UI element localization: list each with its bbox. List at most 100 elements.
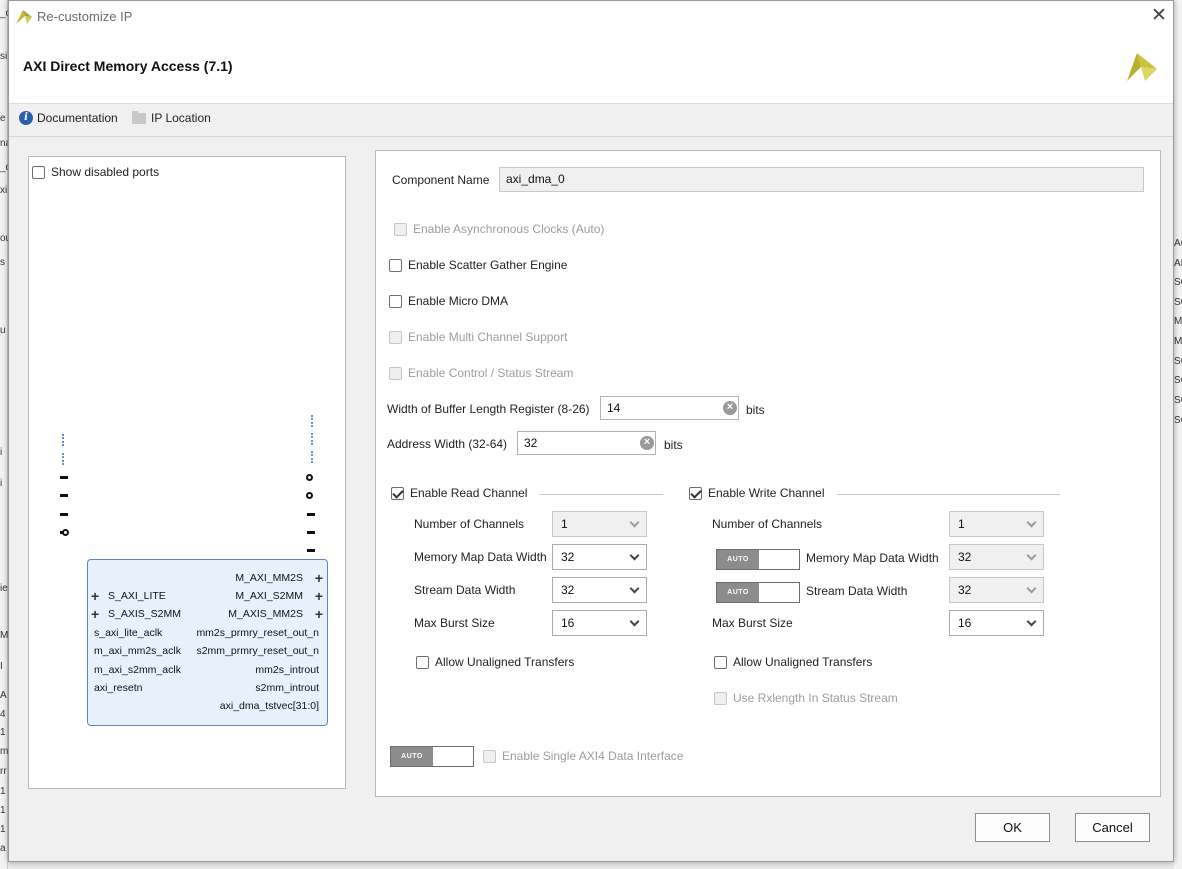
address-width-input[interactable]: 32 [517,431,656,455]
bg-text: 1 [0,727,6,738]
bg-text: 1 [0,786,6,797]
checkbox-box[interactable] [389,258,402,272]
buffer-length-input[interactable]: 14 [600,396,739,420]
port-axi-resetn: axi_resetn [94,682,143,694]
checkbox-box [389,330,402,344]
port-mm2s-introut: mm2s_introut [255,664,319,676]
checkbox-box[interactable] [689,486,702,500]
read-burst-select[interactable]: 16 [552,610,647,636]
read-unaligned-label: Allow Unaligned Transfers [435,655,575,669]
checkbox-box [394,222,407,236]
bus-dots [311,433,317,445]
bg-text: _c [0,162,8,173]
documentation-link[interactable]: i Documentation [19,110,118,126]
write-burst-label: Max Burst Size [712,616,793,630]
bg-text: MO [1174,316,1182,327]
checkbox-box[interactable] [714,655,727,669]
control-status-label: Enable Control / Status Stream [408,366,574,380]
scatter-gather-checkbox[interactable]: Enable Scatter Gather Engine [389,258,567,272]
select-value: 1 [958,517,965,531]
chevron-down-icon [629,517,640,528]
bg-text: na [0,138,8,149]
write-stream-width-select: 32 [949,577,1044,603]
checkbox-box [389,366,402,380]
bg-text: i [0,447,3,458]
window-title: Re-customize IP [37,9,133,24]
write-stream-width-label: Stream Data Width [806,584,908,598]
show-disabled-ports-checkbox[interactable]: Show disabled ports [32,165,159,179]
bg-text: e [0,113,6,124]
port-m-axi-mm2s: M_AXI_MM2S [235,572,303,584]
bg-text: a [0,843,6,854]
chevron-down-icon [629,616,640,627]
title-bar[interactable] [9,1,1173,32]
bg-text: rr [0,766,7,777]
ip-location-label: IP Location [151,111,211,125]
bg-text: SO [1174,277,1182,288]
bits-label: bits [664,438,683,452]
configuration-panel: Component Name axi_dma_0 Enable Asynchro… [375,150,1161,797]
bg-text: A [0,690,7,701]
vivado-icon [16,10,32,24]
rxlength-label: Use Rxlength In Status Stream [733,691,898,705]
enable-read-channel-checkbox[interactable]: Enable Read Channel [391,486,527,500]
bg-text: AR [1174,258,1182,269]
port-s-axis-s2mm: S_AXIS_S2MM [108,608,181,620]
read-stream-width-select[interactable]: 32 [552,577,647,603]
expand-plus-icon[interactable]: + [315,607,323,621]
close-icon[interactable]: ✕ [1149,6,1169,26]
read-mm-width-select[interactable]: 32 [552,544,647,570]
write-stream-width-auto-toggle[interactable]: AUTO [716,582,800,603]
chevron-down-icon [1026,550,1037,561]
bg-text: mi [0,746,8,757]
folder-icon [132,110,146,124]
expand-plus-icon[interactable]: + [91,607,99,621]
cancel-button[interactable]: Cancel [1075,813,1150,842]
chevron-down-icon [629,550,640,561]
group-divider [539,494,663,495]
port-s-axi-lite: S_AXI_LITE [108,590,166,602]
read-unaligned-checkbox[interactable]: Allow Unaligned Transfers [416,655,574,669]
ip-location-link[interactable]: IP Location [132,110,211,126]
component-name-field[interactable]: axi_dma_0 [499,167,1144,192]
write-mm-width-auto-toggle[interactable]: AUTO [716,549,800,570]
auto-toggle-knob: AUTO [391,747,433,766]
checkbox-box[interactable] [32,165,45,179]
async-clocks-label: Enable Asynchronous Clocks (Auto) [413,222,605,236]
checkbox-box[interactable] [389,294,402,308]
active-low-bubble [306,492,313,499]
expand-plus-icon[interactable]: + [315,589,323,603]
enable-write-channel-checkbox[interactable]: Enable Write Channel [689,486,825,500]
single-axi4-auto-toggle[interactable]: AUTO [390,746,474,767]
bg-text: M [0,630,8,641]
port-axi-dma-tstvec: axi_dma_tstvec[31:0] [219,700,319,712]
bg-text: SO [1174,297,1182,308]
write-num-channels-select: 1 [949,511,1044,537]
select-value: 16 [958,616,972,630]
header-divider [9,136,1173,137]
ip-block-symbol: M_AXI_MM2S M_AXI_S2MM M_AXIS_MM2S + + + … [87,559,328,726]
show-disabled-ports-label: Show disabled ports [51,165,160,179]
expand-plus-icon[interactable]: + [91,589,99,603]
pin-line [307,513,315,516]
bg-text: AC [1174,238,1182,249]
background-app-left-edge [0,0,8,869]
checkbox-box [714,691,727,705]
clear-icon[interactable]: × [723,401,737,415]
ok-button[interactable]: OK [975,813,1050,842]
bg-text: 1 [0,805,6,816]
micro-dma-checkbox[interactable]: Enable Micro DMA [389,294,508,308]
bg-text: ie [0,583,8,594]
write-burst-select[interactable]: 16 [949,610,1044,636]
port-s-axi-lite-aclk: s_axi_lite_aclk [94,627,163,639]
write-unaligned-checkbox[interactable]: Allow Unaligned Transfers [714,655,872,669]
bg-text: si [0,51,8,62]
checkbox-box[interactable] [416,655,429,669]
expand-plus-icon[interactable]: + [315,571,323,585]
read-channel-title: Enable Read Channel [410,486,528,500]
port-m-axi-mm2s-aclk: m_axi_mm2s_aclk [94,645,181,657]
clear-icon[interactable]: × [640,436,654,450]
chevron-down-icon [1026,616,1037,627]
checkbox-box[interactable] [391,486,404,500]
chevron-down-icon [629,583,640,594]
